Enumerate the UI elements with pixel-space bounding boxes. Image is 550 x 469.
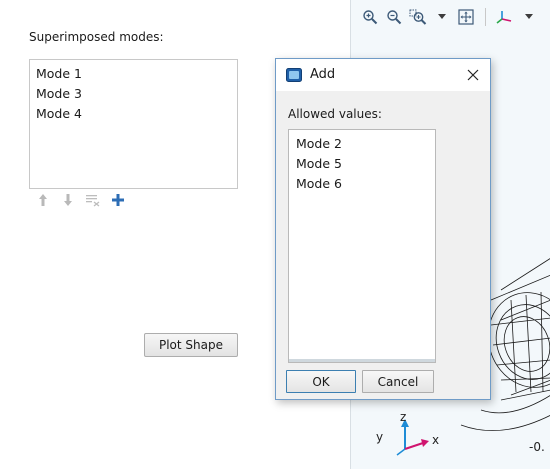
cancel-button[interactable]: Cancel [362, 370, 434, 393]
x-axis-label: x [432, 433, 440, 447]
allowed-values-list[interactable]: Mode 2 Mode 5 Mode 6 [288, 129, 436, 363]
list-item[interactable]: Mode 6 [296, 174, 428, 194]
add-icon[interactable] [110, 192, 126, 208]
y-axis-label: y [376, 430, 384, 444]
allowed-values-label: Allowed values: [288, 107, 382, 121]
add-dialog: Add Allowed values: Mode 2 Mode 5 Mode 6… [275, 58, 491, 400]
list-item[interactable]: Mode 3 [36, 84, 231, 104]
axis-coordinate-label: -0. [529, 440, 545, 454]
dialog-title: Add [310, 67, 336, 82]
list-item[interactable]: Mode 1 [36, 64, 231, 84]
app-window-icon [286, 68, 302, 82]
plot-shape-button[interactable]: Plot Shape [144, 333, 238, 357]
dialog-title-bar[interactable]: Add [276, 59, 490, 91]
ok-button[interactable]: OK [286, 370, 356, 393]
list-item[interactable]: Mode 4 [36, 104, 231, 124]
superimposed-modes-list[interactable]: Mode 1 Mode 3 Mode 4 [29, 59, 238, 189]
superimposed-modes-label: Superimposed modes: [29, 30, 164, 44]
list-item[interactable]: Mode 2 [296, 134, 428, 154]
clear-list-icon[interactable] [85, 192, 101, 208]
move-up-icon[interactable] [35, 192, 51, 208]
move-down-icon[interactable] [60, 192, 76, 208]
close-icon[interactable] [462, 64, 484, 86]
z-axis-label: z [400, 410, 407, 424]
list-item[interactable]: Mode 5 [296, 154, 428, 174]
list-toolbar [35, 192, 126, 208]
